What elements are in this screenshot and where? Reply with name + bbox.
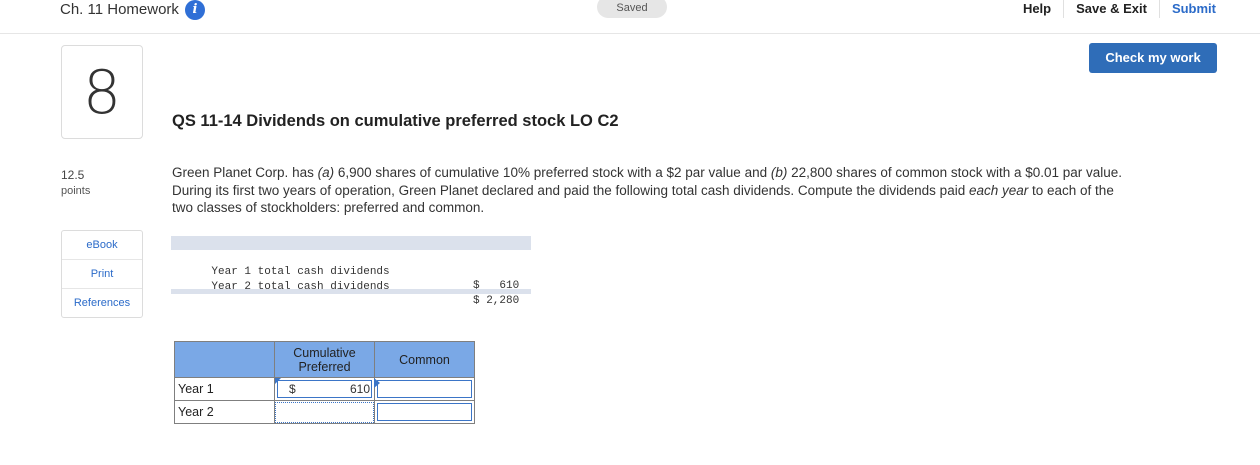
points-value: 12.5	[61, 168, 85, 182]
year-1-common-input[interactable]	[374, 377, 475, 401]
help-link[interactable]: Help	[1011, 0, 1063, 18]
given-row: Year 2 total cash dividends $ 2,280	[185, 266, 525, 307]
references-link[interactable]: References	[62, 288, 142, 317]
given-row: Year 1 total cash dividends $ 610	[185, 251, 525, 292]
question-text: Green Planet Corp. has (a) 6,900 shares …	[172, 164, 1132, 217]
top-actions: Help Save & Exit Submit	[1011, 0, 1222, 18]
currency-symbol: $	[289, 382, 296, 396]
assignment-title: Ch. 11 Homework i	[60, 0, 205, 20]
year-2-common-input[interactable]	[374, 400, 475, 424]
given-row-label: Year 2 total cash dividends	[211, 281, 390, 293]
cell-marker-icon	[275, 378, 281, 384]
table-row: Year 1 $ 610	[174, 377, 475, 401]
question-text-part: Green Planet Corp. has	[172, 165, 318, 180]
question-points: 12.5 points	[61, 167, 90, 199]
input-value: 610	[349, 382, 370, 396]
input-frame[interactable]	[275, 402, 374, 423]
given-row-amount: $ 2,280	[473, 295, 520, 307]
info-icon[interactable]: i	[184, 0, 205, 20]
assignment-title-text: Ch. 11 Homework	[60, 1, 179, 18]
year-2-preferred-input[interactable]	[274, 400, 375, 424]
top-bar: Ch. 11 Homework i Saved Help Save & Exit…	[0, 0, 1260, 34]
input-frame[interactable]	[377, 380, 472, 398]
header-blank-cell	[174, 341, 275, 378]
points-label: points	[61, 185, 91, 197]
ebook-link[interactable]: eBook	[62, 231, 142, 259]
row-label-year-1: Year 1	[174, 377, 275, 401]
header-cumulative-preferred: Cumulative Preferred	[274, 341, 375, 378]
year-1-preferred-input[interactable]: $ 610	[274, 377, 380, 401]
given-dividends-table: Year 1 total cash dividends $ 610 Year 2…	[171, 236, 531, 307]
question-text-each-year: each year	[968, 182, 1029, 198]
check-my-work-button[interactable]: Check my work	[1089, 43, 1217, 73]
answer-table: Cumulative Preferred Common Year 1 $ 610…	[174, 341, 475, 424]
submit-link[interactable]: Submit	[1158, 0, 1222, 18]
given-row-amount: $ 610	[473, 280, 520, 292]
question-number: 8	[61, 45, 143, 139]
answer-table-header: Cumulative Preferred Common	[174, 341, 475, 378]
print-link[interactable]: Print	[62, 259, 142, 288]
header-common: Common	[374, 341, 475, 378]
saved-status-badge: Saved	[597, 0, 667, 18]
table-row: Year 2	[174, 400, 475, 424]
resource-links: eBook Print References	[61, 230, 143, 318]
question-title: QS 11-14 Dividends on cumulative preferr…	[172, 112, 619, 130]
question-text-b: (b)	[770, 165, 788, 180]
question-text-a: (a)	[317, 165, 335, 180]
input-frame[interactable]	[377, 403, 472, 421]
save-exit-link[interactable]: Save & Exit	[1063, 0, 1159, 18]
row-label-year-2: Year 2	[174, 400, 275, 424]
question-text-part: 6,900 shares of cumulative 10% preferred…	[334, 165, 771, 180]
